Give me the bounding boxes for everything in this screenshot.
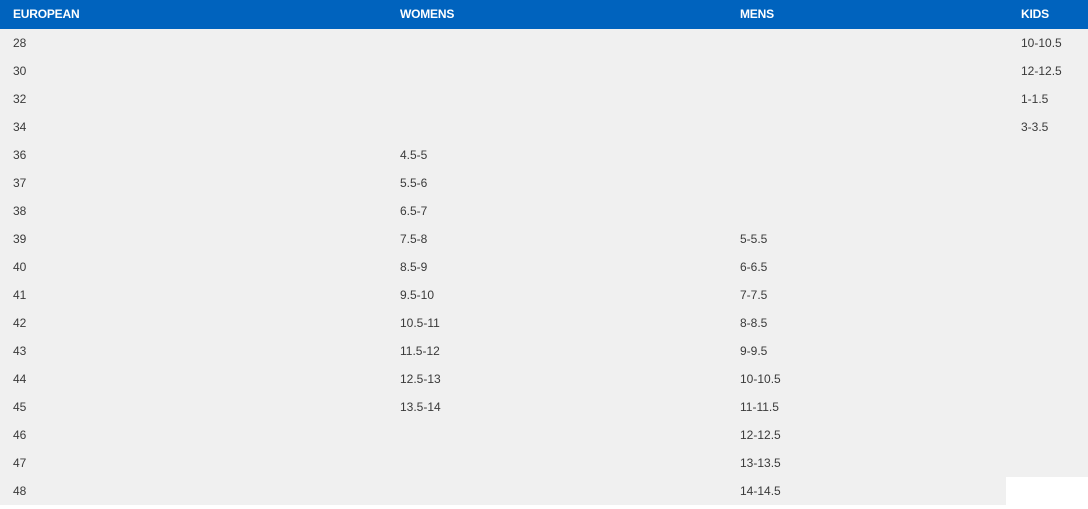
cell-womens: 12.5-13 [400, 372, 441, 386]
table-row: 37 5.5-6 [0, 169, 1088, 197]
cell-womens: 13.5-14 [400, 400, 441, 414]
cell-kids: 12-12.5 [1021, 64, 1062, 78]
header-european: EUROPEAN [13, 7, 80, 21]
cell-european: 37 [13, 176, 27, 190]
table-row: 30 12-12.5 [0, 57, 1088, 85]
cell-mens: 5-5.5 [740, 232, 768, 246]
cell-european: 34 [13, 120, 27, 134]
cell-womens: 4.5-5 [400, 148, 428, 162]
cell-womens: 6.5-7 [400, 204, 428, 218]
cell-european: 36 [13, 148, 27, 162]
cell-womens: 7.5-8 [400, 232, 428, 246]
table-row: 45 13.5-14 11-11.5 [0, 393, 1088, 421]
cell-european: 39 [13, 232, 27, 246]
cell-european: 32 [13, 92, 27, 106]
cell-womens: 5.5-6 [400, 176, 428, 190]
cell-european: 48 [13, 484, 27, 498]
cell-mens: 10-10.5 [740, 372, 781, 386]
cell-mens: 12-12.5 [740, 428, 781, 442]
cell-european: 41 [13, 288, 27, 302]
table-header-row: EUROPEAN WOMENS MENS KIDS [0, 0, 1088, 29]
cell-mens: 13-13.5 [740, 456, 781, 470]
cell-european: 43 [13, 344, 27, 358]
table-row: 46 12-12.5 [0, 421, 1088, 449]
cell-mens: 7-7.5 [740, 288, 768, 302]
table-row: 43 11.5-12 9-9.5 [0, 337, 1088, 365]
table-row: 48 14-14.5 [0, 477, 1088, 505]
cell-womens: 11.5-12 [400, 344, 440, 358]
cell-womens: 8.5-9 [400, 260, 428, 274]
table-row: 36 4.5-5 [0, 141, 1088, 169]
size-conversion-table: EUROPEAN WOMENS MENS KIDS 28 10-10.5 30 12-… [0, 0, 1088, 505]
table-row: 28 10-10.5 [0, 29, 1088, 57]
cell-mens: 14-14.5 [740, 484, 781, 498]
cell-european: 28 [13, 36, 27, 50]
cell-european: 38 [13, 204, 27, 218]
cell-womens: 10.5-11 [400, 316, 440, 330]
table-row: 42 10.5-11 8-8.5 [0, 309, 1088, 337]
table-row: 40 8.5-9 6-6.5 [0, 253, 1088, 281]
header-kids: KIDS [1021, 7, 1049, 21]
cell-kids: 10-10.5 [1021, 36, 1062, 50]
cell-european: 45 [13, 400, 27, 414]
cell-mens: 9-9.5 [740, 344, 768, 358]
table-row: 44 12.5-13 10-10.5 [0, 365, 1088, 393]
cell-kids: 1-1.5 [1021, 92, 1049, 106]
cell-kids: 3-3.5 [1021, 120, 1049, 134]
header-mens: MENS [740, 7, 774, 21]
cell-mens: 11-11.5 [740, 400, 779, 414]
table-row: 47 13-13.5 [0, 449, 1088, 477]
cell-european: 46 [13, 428, 27, 442]
table-row: 34 3-3.5 [0, 113, 1088, 141]
cell-european: 40 [13, 260, 27, 274]
table-row: 41 9.5-10 7-7.5 [0, 281, 1088, 309]
cell-mens: 8-8.5 [740, 316, 768, 330]
cell-european: 44 [13, 372, 27, 386]
cell-european: 30 [13, 64, 27, 78]
cell-european: 47 [13, 456, 27, 470]
kids-column-empty-cell [1006, 477, 1088, 509]
cell-european: 42 [13, 316, 27, 330]
table-row: 39 7.5-8 5-5.5 [0, 225, 1088, 253]
cell-womens: 9.5-10 [400, 288, 435, 302]
header-womens: WOMENS [400, 7, 455, 21]
cell-mens: 6-6.5 [740, 260, 768, 274]
table-row: 32 1-1.5 [0, 85, 1088, 113]
table-row: 38 6.5-7 [0, 197, 1088, 225]
